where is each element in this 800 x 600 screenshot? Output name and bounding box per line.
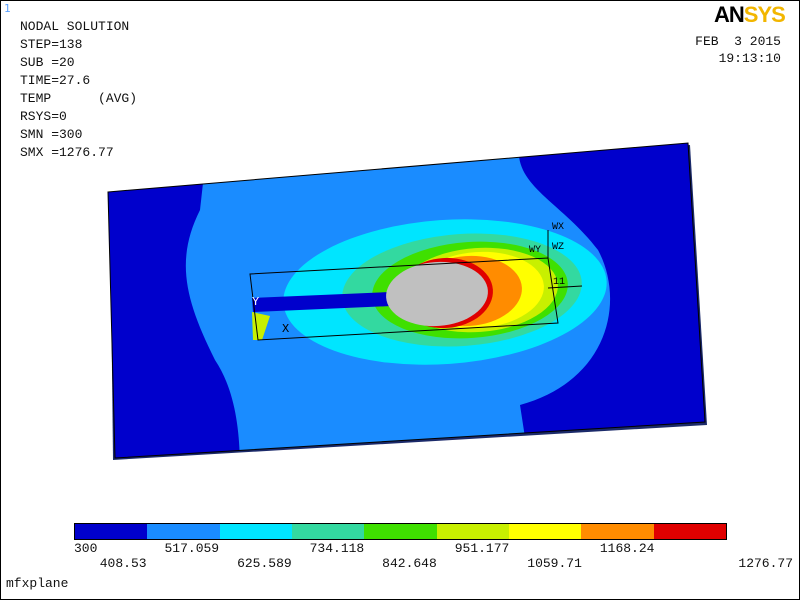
legend-label-top: 951.177 (454, 541, 510, 556)
legend-swatch-2 (147, 524, 220, 539)
legend-label-top: 1168.24 (599, 541, 655, 556)
y-axis-label: Y (252, 295, 259, 309)
node-label: 11 (553, 277, 565, 288)
legend-swatch-5 (364, 524, 437, 539)
wx-label: WX (552, 222, 564, 233)
legend-swatch-8 (581, 524, 654, 539)
legend-swatch-1 (75, 524, 148, 539)
legend-label-bottom: 842.648 (382, 556, 437, 571)
legend-swatch-6 (436, 524, 509, 539)
wz-label: WZ (552, 242, 564, 253)
x-axis-label: X (282, 322, 289, 336)
contour-legend-bar (74, 523, 727, 540)
legend-label-top: 300 (74, 541, 98, 556)
legend-label-bottom: 1059.71 (527, 556, 582, 571)
legend-label-bottom: 625.589 (237, 556, 292, 571)
legend-label-top: 517.059 (164, 541, 220, 556)
legend-label-bottom: 408.53 (99, 556, 147, 571)
legend-label-bottom: 1276.77 (738, 556, 793, 571)
model-name: mfxplane (6, 576, 69, 591)
wy-label: WY (529, 245, 541, 256)
contour-plot[interactable]: WX WY WZ 11 Y X (0, 0, 800, 600)
legend-swatch-9 (653, 524, 726, 539)
legend-swatch-3 (219, 524, 292, 539)
legend-swatch-4 (291, 524, 365, 539)
legend-swatch-7 (508, 524, 582, 539)
legend-label-top: 734.118 (309, 541, 365, 556)
